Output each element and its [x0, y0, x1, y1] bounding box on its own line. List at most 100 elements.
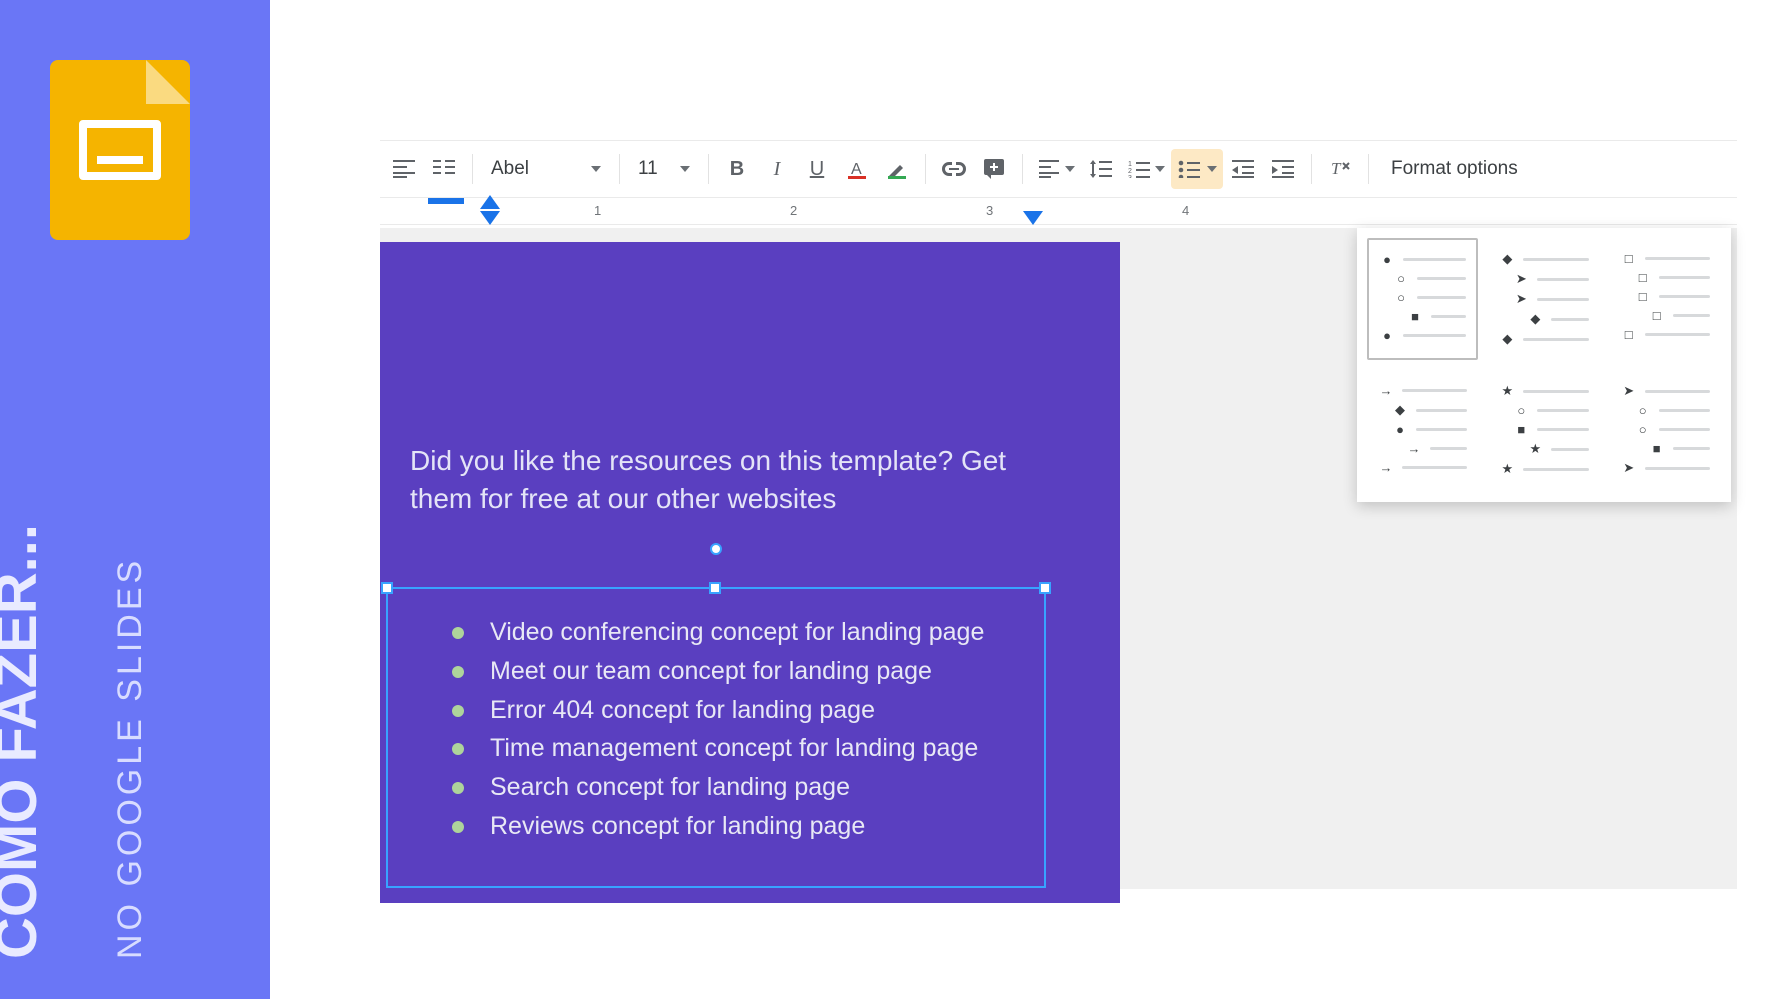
- bullet-preset-line: ➤: [1499, 271, 1588, 287]
- line-spacing-button[interactable]: [1081, 149, 1121, 189]
- bullet-preset-line: ★: [1499, 461, 1588, 477]
- bullet-preset-line: ◆: [1499, 331, 1588, 347]
- bullet-preset-line: □: [1621, 251, 1710, 266]
- bullet-preset-line: ➤: [1621, 460, 1710, 476]
- sidebar-subtitle: NO GOOGLE SLIDES: [111, 557, 150, 959]
- list-item[interactable]: Video conferencing concept for landing p…: [438, 613, 1004, 652]
- bullet-preset-5[interactable]: ➤○○■➤: [1610, 370, 1721, 492]
- list-item[interactable]: Time management concept for landing page: [438, 729, 1004, 768]
- bullet-preset-line: □: [1621, 270, 1710, 285]
- text-color-button[interactable]: A: [837, 149, 877, 189]
- bullet-preset-3[interactable]: →◆●→→: [1367, 370, 1478, 492]
- bullet-preset-line: ➤: [1499, 291, 1588, 307]
- bullet-preset-line: ◆: [1378, 402, 1467, 418]
- horizontal-align-button[interactable]: [1031, 149, 1081, 189]
- bullet-preset-2[interactable]: □□□□□: [1610, 238, 1721, 360]
- bullet-glyph-icon: □: [1621, 251, 1637, 266]
- caret-down-icon: [680, 166, 690, 172]
- bullet-glyph-icon: □: [1649, 308, 1665, 323]
- italic-button[interactable]: I: [757, 149, 797, 189]
- line-spacing-icon: [1089, 157, 1113, 181]
- align-left-icon: [392, 157, 416, 181]
- bullet-glyph-icon: ■: [1407, 309, 1423, 324]
- insert-comment-button[interactable]: [974, 149, 1014, 189]
- rotation-handle[interactable]: [710, 543, 722, 555]
- comment-plus-icon: [982, 157, 1006, 181]
- format-options-button[interactable]: Format options: [1377, 149, 1532, 189]
- numbered-list-button[interactable]: 123: [1121, 149, 1171, 189]
- first-line-indent-marker[interactable]: [480, 195, 500, 209]
- align-list-button[interactable]: [424, 149, 464, 189]
- svg-text:1: 1: [1128, 161, 1132, 168]
- bullet-preset-4[interactable]: ★○■★★: [1488, 370, 1599, 492]
- bullet-preset-line: □: [1621, 327, 1710, 342]
- bullet-preset-line: ○: [1499, 403, 1588, 418]
- bullet-glyph-icon: ○: [1635, 422, 1651, 437]
- bullet-preset-line: ◆: [1499, 311, 1588, 327]
- bullet-preset-1[interactable]: ◆ ➤ ➤ ◆ ◆: [1488, 238, 1599, 360]
- bullet-glyph-icon: →: [1406, 441, 1422, 456]
- tutorial-sidebar: COMO FAZER... NO GOOGLE SLIDES: [0, 0, 270, 999]
- bullet-list[interactable]: Video conferencing concept for landing p…: [438, 613, 1004, 846]
- underline-button[interactable]: U: [797, 149, 837, 189]
- svg-text:3: 3: [1128, 175, 1132, 178]
- bullet-glyph-icon: ◆: [1499, 331, 1515, 347]
- ruler-mark: 2: [790, 203, 797, 218]
- list-item[interactable]: Meet our team concept for landing page: [438, 652, 1004, 691]
- font-family-select[interactable]: Abel: [481, 149, 611, 189]
- text-color-icon: A: [845, 157, 869, 181]
- highlight-button[interactable]: [877, 149, 917, 189]
- increase-indent-button[interactable]: [1263, 149, 1303, 189]
- bullet-glyph-icon: ●: [1379, 252, 1395, 267]
- align-left-button[interactable]: [384, 149, 424, 189]
- horizontal-ruler[interactable]: 1 2 3 4: [380, 197, 1737, 225]
- slide-canvas[interactable]: Did you like the resources on this templ…: [380, 228, 1737, 889]
- bullet-glyph-icon: ◆: [1499, 251, 1515, 267]
- font-size-select[interactable]: 11: [628, 149, 700, 189]
- slide[interactable]: Did you like the resources on this templ…: [380, 242, 1120, 903]
- clear-format-icon: T: [1328, 157, 1352, 181]
- bold-button[interactable]: B: [717, 149, 757, 189]
- bullet-glyph-icon: ◆: [1527, 311, 1543, 327]
- bullet-preset-line: ●: [1379, 252, 1466, 267]
- svg-text:T: T: [1331, 159, 1342, 178]
- list-item[interactable]: Error 404 concept for landing page: [438, 691, 1004, 730]
- resize-handle[interactable]: [1039, 582, 1051, 594]
- bullet-preset-line: ○: [1379, 271, 1466, 286]
- italic-icon: I: [765, 157, 789, 181]
- selected-text-box[interactable]: Video conferencing concept for landing p…: [386, 587, 1046, 888]
- caret-down-icon: [1065, 166, 1075, 172]
- bullet-style-popover: ●○○■●◆➤➤◆◆□□□□□→◆●→→★○■★★➤○○■➤: [1357, 228, 1731, 502]
- sidebar-title: COMO FAZER...: [0, 524, 50, 959]
- left-indent-marker[interactable]: [480, 211, 500, 225]
- bullet-glyph-icon: →: [1378, 383, 1394, 398]
- bullet-glyph-icon: ■: [1649, 441, 1665, 456]
- ruler-mark: 4: [1182, 203, 1189, 218]
- bullet-glyph-icon: ○: [1513, 403, 1529, 418]
- bullet-glyph-icon: ●: [1379, 328, 1395, 343]
- font-size-label: 11: [638, 158, 658, 180]
- clear-formatting-button[interactable]: T: [1320, 149, 1360, 189]
- increase-indent-icon: [1271, 157, 1295, 181]
- editor-area: Abel 11 B I U A: [270, 0, 1777, 999]
- bulleted-list-icon: [1177, 157, 1201, 181]
- bullet-preset-line: ●: [1379, 328, 1466, 343]
- bullet-preset-0[interactable]: ●○○■●: [1367, 238, 1478, 360]
- ruler-margin-indicator[interactable]: [428, 198, 464, 204]
- bullet-preset-line: ★: [1499, 383, 1588, 399]
- bullet-preset-line: ■: [1621, 441, 1710, 456]
- font-family-label: Abel: [491, 158, 529, 180]
- bullet-glyph-icon: ➤: [1621, 383, 1637, 399]
- caret-down-icon: [591, 166, 601, 172]
- bullet-preset-line: ◆: [1499, 251, 1588, 267]
- resize-handle[interactable]: [709, 582, 721, 594]
- bullet-preset-line: ➤: [1621, 383, 1710, 399]
- insert-link-button[interactable]: [934, 149, 974, 189]
- list-item[interactable]: Search concept for landing page: [438, 768, 1004, 807]
- list-item[interactable]: Reviews concept for landing page: [438, 807, 1004, 846]
- slide-heading-text[interactable]: Did you like the resources on this templ…: [410, 442, 1030, 518]
- resize-handle[interactable]: [381, 582, 393, 594]
- bulleted-list-button[interactable]: [1171, 149, 1223, 189]
- right-indent-marker[interactable]: [1023, 211, 1043, 225]
- decrease-indent-button[interactable]: [1223, 149, 1263, 189]
